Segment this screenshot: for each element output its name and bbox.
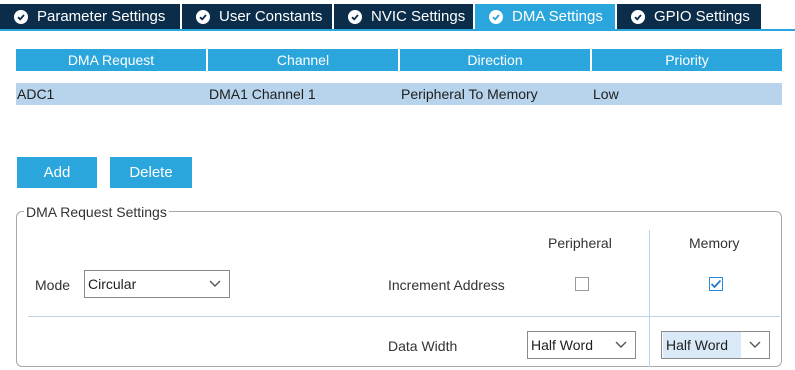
chevron-down-icon bbox=[201, 271, 229, 297]
delete-button[interactable]: Delete bbox=[110, 157, 192, 188]
column-header-dma-request[interactable]: DMA Request bbox=[16, 49, 208, 71]
tab-gpio-settings[interactable]: GPIO Settings bbox=[617, 4, 762, 29]
tab-parameter-settings[interactable]: Parameter Settings bbox=[0, 4, 181, 29]
cell-direction: Peripheral To Memory bbox=[401, 86, 538, 102]
check-circle-icon bbox=[489, 9, 503, 24]
tab-label: NVIC Settings bbox=[371, 8, 466, 25]
settings-divider bbox=[28, 316, 780, 317]
peripheral-data-width-value: Half Word bbox=[531, 337, 593, 353]
check-circle-icon bbox=[631, 9, 645, 24]
memory-data-width-select[interactable]: Half Word bbox=[661, 331, 770, 359]
column-header-priority[interactable]: Priority bbox=[592, 49, 782, 71]
memory-data-width-value: Half Word bbox=[663, 332, 741, 358]
increment-address-label: Increment Address bbox=[388, 277, 505, 293]
tab-bar: Parameter Settings User Constants NVIC S… bbox=[0, 0, 795, 31]
tab-label: GPIO Settings bbox=[654, 8, 750, 25]
dma-request-table: DMA Request Channel Direction Priority A… bbox=[16, 49, 782, 105]
tab-nvic-settings[interactable]: NVIC Settings bbox=[334, 4, 474, 29]
group-title: DMA Request Settings bbox=[24, 204, 169, 220]
tab-label: Parameter Settings bbox=[37, 8, 166, 25]
column-header-direction[interactable]: Direction bbox=[400, 49, 592, 71]
memory-increment-checkbox[interactable] bbox=[709, 277, 723, 291]
chevron-down-icon bbox=[607, 332, 635, 358]
table-header: DMA Request Channel Direction Priority bbox=[16, 49, 782, 71]
data-width-label: Data Width bbox=[388, 338, 458, 354]
checkmark-icon bbox=[710, 279, 722, 289]
cell-dma-request: ADC1 bbox=[17, 86, 55, 102]
mode-select[interactable]: Circular bbox=[84, 270, 230, 298]
tab-user-constants[interactable]: User Constants bbox=[182, 4, 333, 29]
peripheral-column-label: Peripheral bbox=[548, 235, 612, 251]
cell-priority: Low bbox=[593, 86, 619, 102]
tab-underline bbox=[0, 29, 795, 31]
tab-label: User Constants bbox=[219, 8, 323, 25]
check-circle-icon bbox=[196, 9, 210, 24]
check-circle-icon bbox=[348, 9, 362, 24]
column-divider bbox=[649, 230, 650, 367]
chevron-down-icon bbox=[741, 332, 769, 358]
check-circle-icon bbox=[14, 9, 28, 24]
peripheral-data-width-select[interactable]: Half Word bbox=[527, 331, 636, 359]
memory-column-label: Memory bbox=[689, 235, 740, 251]
tab-dma-settings[interactable]: DMA Settings bbox=[475, 4, 616, 29]
cell-channel: DMA1 Channel 1 bbox=[209, 86, 316, 102]
tab-label: DMA Settings bbox=[512, 8, 603, 25]
table-row[interactable]: ADC1 DMA1 Channel 1 Peripheral To Memory… bbox=[16, 83, 782, 105]
mode-value: Circular bbox=[88, 276, 137, 292]
mode-label: Mode bbox=[35, 277, 71, 293]
add-button[interactable]: Add bbox=[17, 157, 97, 188]
peripheral-increment-checkbox[interactable] bbox=[575, 277, 589, 291]
column-header-channel[interactable]: Channel bbox=[208, 49, 400, 71]
